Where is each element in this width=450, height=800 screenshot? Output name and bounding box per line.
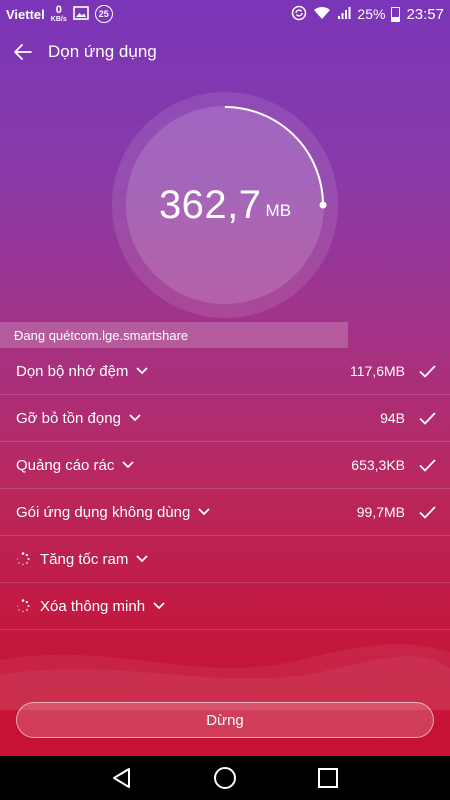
check-icon (419, 411, 436, 425)
category-row-smart-clean[interactable]: Xóa thông minh (0, 583, 450, 630)
signal-icon (337, 6, 351, 23)
status-left: Viettel 0 KB/s 25 (6, 3, 113, 24)
cleanable-size-value: 362,7 (158, 182, 262, 227)
check-icon (419, 458, 436, 472)
category-row-ad-junk[interactable]: Quảng cáo rác 653,3KB (0, 442, 450, 489)
loading-spinner-icon (16, 552, 30, 566)
back-button[interactable] (2, 30, 44, 74)
status-right: 25% 23:57 (291, 5, 444, 24)
category-label: Xóa thông minh (40, 597, 146, 615)
chevron-down-icon[interactable] (136, 555, 149, 563)
cleanable-size-unit: MB (265, 201, 292, 220)
category-size: 117,6MB (350, 363, 405, 379)
loading-spinner-icon (16, 599, 30, 613)
category-label: Gỡ bỏ tồn đọng (16, 409, 121, 427)
network-speed-unit: KB/s (50, 15, 67, 23)
nav-recents-button[interactable] (308, 758, 348, 798)
clock: 23:57 (406, 5, 444, 23)
category-size: 653,3KB (351, 457, 405, 473)
category-row-ram-boost[interactable]: Tăng tốc ram (0, 536, 450, 583)
category-size: 99,7MB (356, 504, 405, 520)
triangle-back-icon (112, 768, 130, 788)
scanning-status-text: Đang quétcom.lge.smartshare (14, 327, 189, 343)
battery-percent: 25% (357, 6, 386, 22)
chevron-down-icon[interactable] (198, 508, 210, 516)
check-icon (419, 364, 436, 378)
cleanup-category-list: Dọn bộ nhớ đệm 117,6MB Gỡ bỏ tồn đọng 94… (0, 348, 450, 630)
scan-progress-dial: 362,7 MB (112, 92, 338, 318)
image-icon (72, 5, 89, 23)
battery-icon (391, 6, 401, 22)
network-speed-value: 0 (55, 3, 62, 16)
notification-count-badge: 25 (94, 5, 113, 23)
nav-home-button[interactable] (205, 758, 245, 798)
category-row-unused-packages[interactable]: Gói ứng dụng không dùng 99,7MB (0, 489, 450, 536)
category-label: Dọn bộ nhớ đệm (16, 362, 129, 380)
carrier-name: Viettel (6, 6, 45, 22)
category-label: Gói ứng dụng không dùng (16, 503, 191, 521)
network-speed: 0 KB/s (50, 3, 67, 24)
app-header: Dọn ứng dụng (0, 30, 450, 74)
chevron-down-icon[interactable] (153, 602, 165, 610)
wifi-icon (313, 6, 331, 23)
category-size: 94B (380, 410, 405, 426)
category-row-cache[interactable]: Dọn bộ nhớ đệm 117,6MB (0, 348, 450, 395)
category-label: Tăng tốc ram (40, 550, 129, 568)
category-label: Quảng cáo rác (16, 456, 115, 474)
scanning-status: Đang quétcom.lge.smartshare (0, 322, 348, 348)
category-row-residual[interactable]: Gỡ bỏ tồn đọng 94B (0, 395, 450, 442)
status-bar: Viettel 0 KB/s 25 25% 23:57 (0, 0, 450, 28)
chevron-down-icon[interactable] (129, 414, 141, 422)
stop-button[interactable]: Dừng (16, 702, 434, 738)
arrow-left-icon (14, 44, 32, 60)
chevron-down-icon[interactable] (136, 367, 149, 375)
sync-icon (291, 5, 307, 24)
nav-back-button[interactable] (102, 758, 142, 798)
decorative-waves (0, 643, 450, 710)
square-recents-icon (318, 768, 339, 788)
page-title: Dọn ứng dụng (48, 42, 157, 61)
check-icon (419, 505, 436, 519)
cleanable-size: 362,7 MB (112, 92, 338, 318)
circle-home-icon (213, 767, 236, 789)
chevron-down-icon[interactable] (122, 461, 135, 469)
system-nav-bar (0, 756, 450, 800)
